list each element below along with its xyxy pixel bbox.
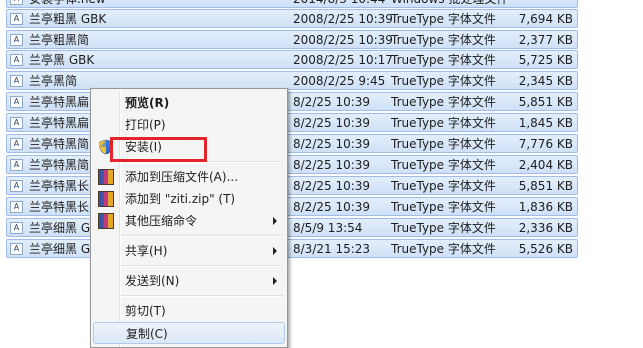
file-name: 安装字体.new	[29, 0, 106, 7]
submenu-arrow-icon	[273, 247, 277, 255]
menu-item-cut-label: 剪切(T)	[125, 304, 166, 318]
menu-separator	[121, 295, 283, 297]
file-type: TrueType 字体文件	[391, 33, 496, 47]
file-size: 5,851 KB	[518, 95, 573, 109]
file-date: 2008/2/25 10:39	[293, 33, 393, 47]
font-file-icon: A	[10, 96, 23, 108]
menu-item-cut[interactable]: 剪切(T)	[93, 300, 285, 322]
file-date: 8/2/25 10:39	[293, 179, 371, 193]
file-date: 2008/2/25 10:17	[293, 53, 393, 67]
file-name: 兰亭粗黑 GBK	[29, 12, 107, 26]
file-name: 兰亭特黑扁	[29, 95, 90, 109]
file-row[interactable]: A 兰亭粗黑简 2008/2/25 10:39 TrueType 字体文件 2,377 …	[6, 30, 578, 49]
file-name: 兰亭细黑 G	[29, 242, 91, 256]
file-type: TrueType 字体文件	[391, 200, 496, 214]
font-file-icon: A	[10, 180, 23, 192]
menu-item-preview[interactable]: 预览(R)	[93, 92, 285, 114]
menu-item-print-label: 打印(P)	[125, 118, 166, 132]
file-type: TrueType 字体文件	[391, 158, 496, 172]
file-date: 8/3/21 15:23	[293, 242, 371, 256]
file-date: 8/2/25 10:39	[293, 95, 371, 109]
file-size: 7,694 KB	[518, 12, 573, 26]
file-row[interactable]: A 安装字体.new 2014/8/3 10:44 Windows 批处理文件	[6, 0, 578, 8]
file-type: TrueType 字体文件	[391, 95, 496, 109]
file-size: 2,345 KB	[518, 74, 573, 88]
font-file-icon: A	[10, 117, 23, 129]
file-row[interactable]: A 兰亭黑 GBK 2008/2/25 10:17 TrueType 字体文件 5,72…	[6, 50, 578, 69]
file-type: TrueType 字体文件	[391, 53, 496, 67]
font-file-icon: A	[10, 0, 23, 5]
menu-item-share-label: 共享(H)	[125, 244, 168, 258]
menu-item-print[interactable]: 打印(P)	[93, 114, 285, 136]
winrar-icon	[98, 191, 114, 207]
menu-item-copy[interactable]: 复制(C)	[93, 322, 285, 344]
file-type: TrueType 字体文件	[391, 242, 496, 256]
menu-item-copy-label: 复制(C)	[126, 327, 168, 341]
menu-item-preview-label: 预览(R)	[125, 96, 170, 110]
font-file-icon: A	[10, 54, 23, 66]
install-highlight-annotation	[110, 137, 207, 162]
menu-item-add-to-archive[interactable]: 添加到压缩文件(A)...	[93, 166, 285, 188]
file-name: 兰亭特黑简	[29, 158, 90, 172]
submenu-arrow-icon	[273, 217, 277, 225]
font-file-icon: A	[10, 243, 23, 255]
file-name: 兰亭特黑长	[29, 200, 90, 214]
font-file-icon: A	[10, 138, 23, 150]
file-date: 2008/2/25 9:45	[293, 74, 386, 88]
menu-item-send-to[interactable]: 发送到(N)	[93, 270, 285, 292]
file-size: 5,526 KB	[518, 242, 573, 256]
file-size: 1,836 KB	[518, 200, 573, 214]
file-name: 兰亭特黑简	[29, 137, 90, 151]
file-type: TrueType 字体文件	[391, 137, 496, 151]
file-type: TrueType 字体文件	[391, 12, 496, 26]
file-type: TrueType 字体文件	[391, 74, 496, 88]
file-date: 8/2/25 10:39	[293, 137, 371, 151]
file-date: 2014/8/3 10:44	[293, 0, 385, 7]
font-file-icon: A	[10, 34, 23, 46]
menu-item-send-to-label: 发送到(N)	[125, 274, 180, 288]
file-name: 兰亭细黑 G	[29, 221, 91, 235]
file-type: TrueType 字体文件	[391, 221, 496, 235]
menu-item-add-to-zip-label: 添加到 "ziti.zip" (T)	[125, 192, 236, 206]
file-size: 2,404 KB	[518, 158, 573, 172]
file-row[interactable]: A 兰亭粗黑 GBK 2008/2/25 10:39 TrueType 字体文件 7,6…	[6, 9, 578, 28]
font-file-icon: A	[10, 201, 23, 213]
file-size: 7,776 KB	[518, 137, 573, 151]
font-file-icon: A	[10, 13, 23, 25]
menu-item-add-to-archive-label: 添加到压缩文件(A)...	[125, 170, 239, 184]
file-date: 8/2/25 10:39	[293, 116, 371, 130]
menu-separator	[121, 265, 283, 267]
file-date: 8/5/9 13:54	[293, 221, 363, 235]
file-name: 兰亭特黑扁	[29, 116, 90, 130]
file-type: TrueType 字体文件	[391, 116, 496, 130]
menu-item-other-compress[interactable]: 其他压缩命令	[93, 210, 285, 232]
file-size: 5,851 KB	[518, 179, 573, 193]
font-file-icon: A	[10, 75, 23, 87]
file-name: 兰亭黑简	[29, 74, 78, 88]
file-size: 2,377 KB	[518, 33, 573, 47]
file-name: 兰亭粗黑简	[29, 33, 90, 47]
file-type: TrueType 字体文件	[391, 179, 496, 193]
menu-item-share[interactable]: 共享(H)	[93, 240, 285, 262]
file-size: 5,725 KB	[518, 53, 573, 67]
submenu-arrow-icon	[273, 277, 277, 285]
file-name: 兰亭黑 GBK	[29, 53, 95, 67]
font-file-icon: A	[10, 159, 23, 171]
context-menu: 预览(R) 打印(P) 安装(I) 添加到压缩文件(A)... 添加到 "zit…	[90, 88, 288, 348]
file-type: Windows 批处理文件	[391, 0, 508, 7]
file-name: 兰亭特黑长	[29, 179, 90, 193]
file-date: 2008/2/25 10:39	[293, 12, 393, 26]
file-date: 8/2/25 10:39	[293, 200, 371, 214]
winrar-icon	[98, 169, 114, 185]
menu-item-other-compress-label: 其他压缩命令	[125, 214, 198, 228]
file-size: 1,845 KB	[518, 116, 573, 130]
font-file-icon: A	[10, 222, 23, 234]
winrar-icon	[98, 213, 114, 229]
menu-item-add-to-zip[interactable]: 添加到 "ziti.zip" (T)	[93, 188, 285, 210]
file-size: 2,336 KB	[518, 221, 573, 235]
menu-separator	[121, 235, 283, 237]
file-date: 8/2/25 10:39	[293, 158, 371, 172]
